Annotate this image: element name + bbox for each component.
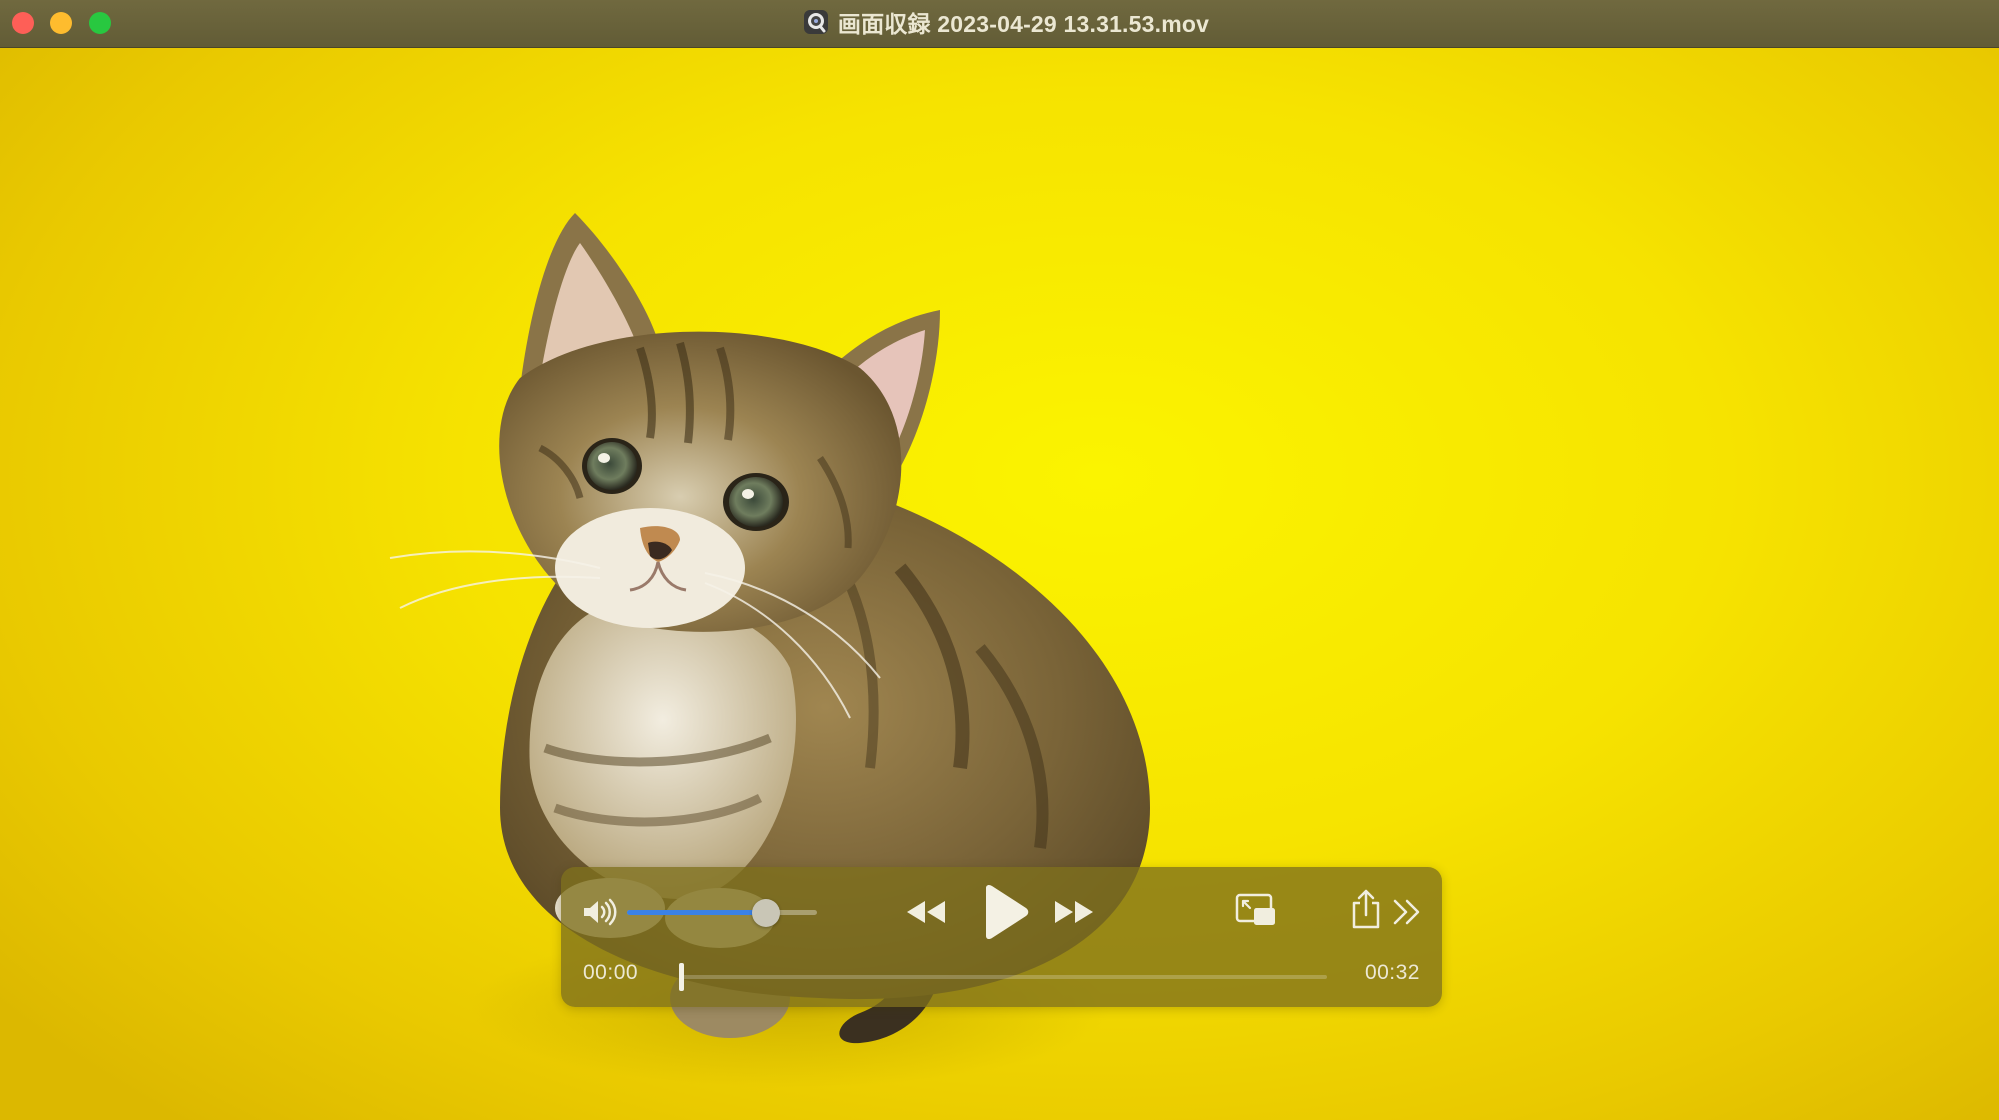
- remaining-time: 00:32: [1364, 961, 1420, 984]
- more-options-button[interactable]: [1387, 893, 1427, 931]
- quicktime-document-icon[interactable]: [802, 8, 830, 36]
- rewind-button[interactable]: [901, 893, 949, 931]
- volume-slider[interactable]: [627, 899, 817, 927]
- title-bar[interactable]: 画面収録 2023-04-29 13.31.53.mov: [0, 0, 1999, 48]
- speaker-icon[interactable]: [581, 897, 617, 927]
- picture-in-picture-button[interactable]: [1234, 891, 1278, 931]
- scrubber-playhead[interactable]: [679, 963, 684, 991]
- play-button[interactable]: [976, 883, 1032, 941]
- rewind-icon: [907, 901, 945, 923]
- picture-in-picture-icon: [1235, 893, 1275, 925]
- video-frame[interactable]: 00:00 00:32: [0, 48, 1999, 1120]
- fast-forward-button[interactable]: [1051, 893, 1099, 931]
- playback-controls: 00:00 00:32: [561, 867, 1442, 1007]
- play-icon: [986, 884, 1029, 940]
- share-button[interactable]: [1349, 887, 1383, 931]
- title-container: 画面収録 2023-04-29 13.31.53.mov: [0, 0, 1999, 44]
- volume-slider-knob[interactable]: [751, 899, 780, 927]
- fast-forward-icon: [1055, 901, 1093, 923]
- volume-level-fill: [627, 910, 766, 915]
- chevron-double-right-icon: [1393, 899, 1420, 925]
- elapsed-time: 00:00: [583, 961, 639, 984]
- window-title: 画面収録 2023-04-29 13.31.53.mov: [837, 11, 1210, 37]
- quicktime-window: 画面収録 2023-04-29 13.31.53.mov 00:00 00:32: [0, 0, 1999, 1120]
- scrubber-track: [679, 975, 1327, 979]
- playback-scrubber[interactable]: [679, 963, 1327, 991]
- share-icon: [1352, 889, 1380, 929]
